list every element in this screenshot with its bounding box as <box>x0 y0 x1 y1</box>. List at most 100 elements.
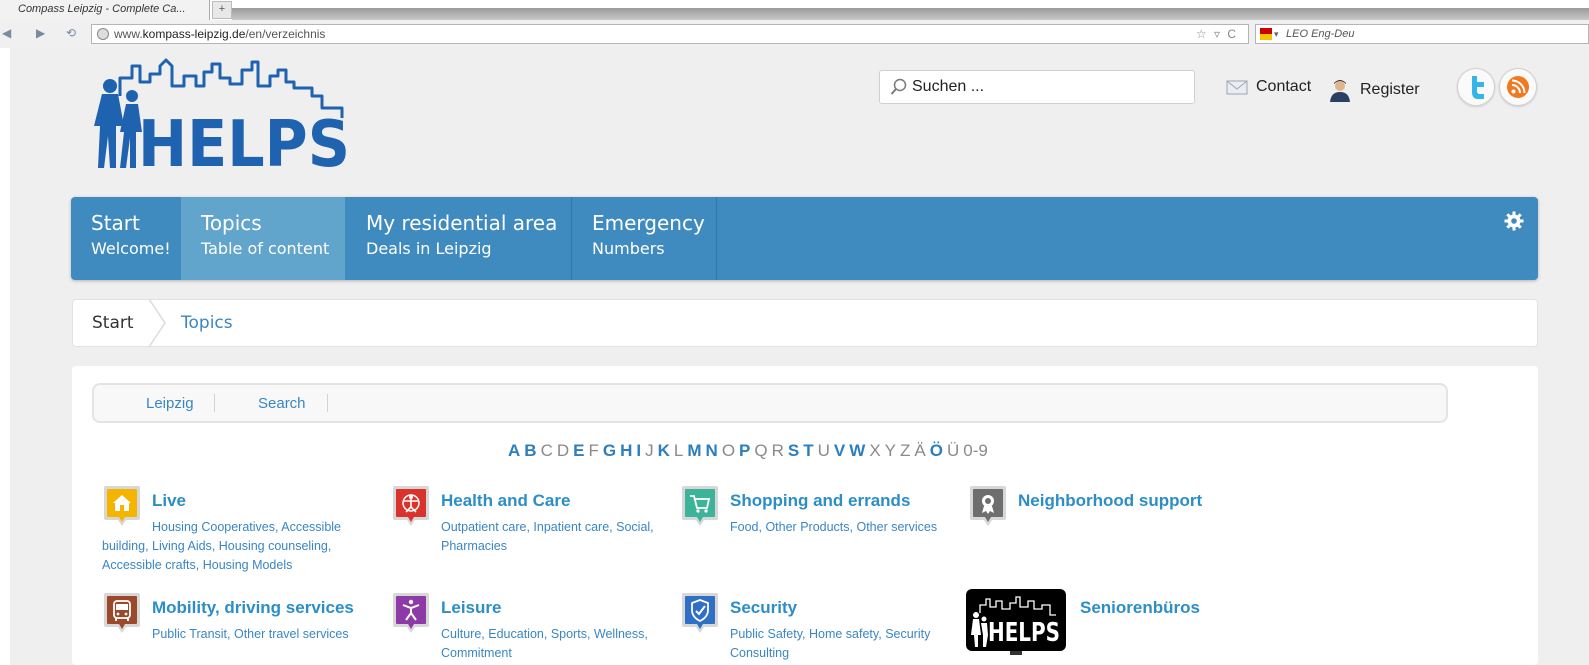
helps-logo-icon[interactable]: HELPS <box>966 589 1066 660</box>
nav-title: Start <box>91 211 140 235</box>
alphabet-letter-e[interactable]: E <box>573 441 584 461</box>
category-title[interactable]: Health and Care <box>441 491 570 511</box>
link-separator: , <box>586 627 594 641</box>
filter-leipzig[interactable]: Leipzig <box>146 395 194 412</box>
category-shopping-and-errands: Shopping and errands Food, Other Products… <box>680 484 960 584</box>
nav-item-residential-area[interactable]: My residential area Deals in Leipzig <box>346 197 571 280</box>
category-link[interactable]: Other services <box>856 520 937 534</box>
alphabet-letter-b[interactable]: B <box>524 441 536 461</box>
vitruvian-man-icon[interactable] <box>391 484 431 533</box>
category-link[interactable]: Other Products <box>765 520 849 534</box>
register-link[interactable]: Register <box>1328 78 1420 102</box>
bus-icon[interactable] <box>102 591 142 640</box>
category-title[interactable]: Live <box>152 491 186 511</box>
search-input[interactable] <box>912 76 1182 98</box>
nav-item-topics[interactable]: Topics Table of content <box>181 197 345 280</box>
category-link[interactable]: Housing Models <box>203 558 293 572</box>
shopping-cart-icon[interactable] <box>680 484 720 533</box>
dancer-icon[interactable] <box>391 591 431 640</box>
back-icon[interactable]: ◀ <box>2 26 11 40</box>
gear-icon[interactable] <box>1504 211 1524 231</box>
category-link[interactable]: Home safety <box>809 627 878 641</box>
alphabet-letter-v[interactable]: V <box>834 441 845 461</box>
site-search <box>879 70 1195 104</box>
chevron-down-icon[interactable]: ▾ <box>1274 25 1279 43</box>
main-navigation: Start Welcome! Topics Table of content M… <box>71 197 1538 280</box>
alphabet-letter-k[interactable]: K <box>658 441 670 461</box>
link-separator: , <box>145 539 153 553</box>
category-health-and-care: Health and Care Outpatient care, Inpatien… <box>391 484 671 584</box>
category-link[interactable]: Living Aids <box>152 539 212 553</box>
category-link[interactable]: Accessible crafts <box>102 558 196 572</box>
url-domain: kompass-leipzig.de <box>142 27 246 41</box>
category-security: Security Public Safety, Home safety, Secu… <box>680 591 960 665</box>
category-title[interactable]: Seniorenbüros <box>1080 598 1200 618</box>
alphabet-letter-f: F <box>588 441 599 460</box>
nav-title: My residential area <box>366 211 558 235</box>
helps-logo[interactable]: HELPS <box>80 56 350 174</box>
category-link[interactable]: Commitment <box>441 646 512 660</box>
category-link[interactable]: Sports <box>551 627 587 641</box>
link-separator: , <box>644 627 648 641</box>
category-link[interactable]: Education <box>488 627 544 641</box>
alphabet-letter-g[interactable]: G <box>603 441 616 461</box>
category-link[interactable]: Outpatient care <box>441 520 526 534</box>
contact-label: Contact <box>1256 78 1312 95</box>
filter-search[interactable]: Search <box>258 395 306 412</box>
new-tab-button[interactable]: + <box>212 1 232 19</box>
alphabet-letter-ä: Ä <box>914 441 926 460</box>
category-link[interactable]: Pharmacies <box>441 539 507 553</box>
category-leisure: Leisure Culture, Education, Sports, Welln… <box>391 591 671 665</box>
rss-button[interactable] <box>1499 68 1537 106</box>
category-title[interactable]: Security <box>730 598 797 618</box>
category-title[interactable]: Leisure <box>441 598 501 618</box>
category-link[interactable]: Housing Cooperatives <box>152 520 275 534</box>
award-badge-icon[interactable] <box>968 484 1008 533</box>
category-link[interactable]: Social <box>616 520 650 534</box>
alphabet-letter-t[interactable]: T <box>803 441 813 461</box>
alphabet-letter-p[interactable]: P <box>739 441 750 461</box>
alphabet-letter-n[interactable]: N <box>706 441 718 461</box>
category-link[interactable]: Wellness <box>594 627 644 641</box>
alphabet-letter-ü: Ü <box>946 441 960 460</box>
search-icon[interactable] <box>890 78 908 96</box>
nav-subtitle: Numbers <box>592 239 665 258</box>
browser-tab[interactable]: Compass Leipzig - Complete Ca... <box>0 0 210 20</box>
alphabet-letter-i[interactable]: I <box>636 441 641 461</box>
alphabet-letter-w[interactable]: W <box>849 441 865 461</box>
breadcrumb-item-start[interactable]: Start <box>92 313 134 333</box>
nav-item-start[interactable]: Start Welcome! <box>71 197 181 280</box>
contact-link[interactable]: Contact <box>1226 78 1311 96</box>
alphabet-letter-m[interactable]: M <box>687 441 701 461</box>
category-title[interactable]: Mobility, driving services <box>152 598 354 618</box>
alphabet-letter-ö[interactable]: Ö <box>930 441 943 461</box>
category-link[interactable]: Public Transit <box>152 627 227 641</box>
category-link[interactable]: Housing counseling <box>219 539 328 553</box>
url-tools[interactable]: ☆ ▿ C <box>1196 25 1238 43</box>
category-title[interactable]: Neighborhood support <box>1018 491 1202 511</box>
history-icon[interactable]: ⟲ <box>66 26 76 40</box>
category-link[interactable]: Food <box>730 520 759 534</box>
alphabet-letter-a[interactable]: A <box>508 441 520 461</box>
leo-flag-icon <box>1260 28 1272 40</box>
alphabet-letter-s[interactable]: S <box>788 441 799 461</box>
breadcrumb-item-topics[interactable]: Topics <box>181 313 233 333</box>
category-neighborhood-support: Neighborhood support <box>968 484 1248 584</box>
alphabet-letter-q: Q <box>754 441 768 460</box>
category-link[interactable]: Other travel services <box>234 627 349 641</box>
category-link[interactable]: Public Safety <box>730 627 802 641</box>
alphabet-letter-h[interactable]: H <box>620 441 632 461</box>
twitter-button[interactable] <box>1457 68 1495 106</box>
url-bar[interactable]: www.kompass-leipzig.de/en/verzeichnis ☆ … <box>91 24 1249 44</box>
category-link[interactable]: Culture <box>441 627 481 641</box>
category-links: Outpatient care, Inpatient care, Social,… <box>441 518 663 556</box>
nav-item-emergency[interactable]: Emergency Numbers <box>572 197 716 280</box>
forward-icon[interactable]: ▶ <box>36 26 45 40</box>
search-engine-box[interactable]: ▾ LEO Eng-Deu <box>1255 24 1589 44</box>
category-link[interactable]: Inpatient care <box>533 520 609 534</box>
page: HELPS Contact Register <box>10 48 1589 665</box>
shield-icon[interactable] <box>680 591 720 640</box>
nav-subtitle: Table of content <box>201 239 330 258</box>
category-title[interactable]: Shopping and errands <box>730 491 910 511</box>
category-links: Culture, Education, Sports, Wellness, Co… <box>441 625 663 663</box>
